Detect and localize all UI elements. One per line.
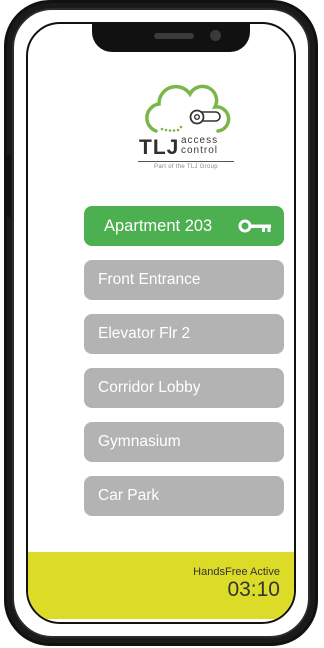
key-icon	[238, 219, 271, 233]
door-label: Gymnasium	[98, 433, 181, 450]
handsfree-status-bar: HandsFree Active 03:10	[28, 552, 294, 619]
phone-side-button	[7, 155, 11, 217]
logo-brand: TLJ	[139, 136, 180, 159]
door-button-car-park[interactable]: Car Park	[84, 476, 284, 516]
door-list: Apartment 203 Front Entrance Elevator Fl…	[84, 206, 284, 530]
phone-notch	[92, 24, 250, 52]
door-button-front-entrance[interactable]: Front Entrance	[84, 260, 284, 300]
logo-tagline: Part of the TLJ Group	[154, 164, 218, 170]
handsfree-timer: 03:10	[227, 578, 280, 601]
phone-screen: TLJ access control Part of the TLJ Group…	[26, 22, 296, 624]
door-label: Elevator Flr 2	[98, 325, 191, 342]
camera-icon	[210, 30, 221, 41]
door-label: Corridor Lobby	[98, 379, 201, 396]
door-label: Car Park	[98, 487, 160, 504]
phone-bezel: TLJ access control Part of the TLJ Group…	[12, 8, 310, 638]
speaker-icon	[154, 33, 194, 39]
tlj-logo: TLJ access control Part of the TLJ Group	[28, 74, 294, 179]
logo-divider	[138, 161, 234, 162]
handsfree-label: HandsFree Active	[193, 566, 280, 578]
phone-frame: TLJ access control Part of the TLJ Group…	[4, 0, 318, 646]
door-button-gymnasium[interactable]: Gymnasium	[84, 422, 284, 462]
door-button-apartment-203[interactable]: Apartment 203	[84, 206, 284, 246]
door-button-corridor-lobby[interactable]: Corridor Lobby	[84, 368, 284, 408]
door-button-elevator-flr-2[interactable]: Elevator Flr 2	[84, 314, 284, 354]
door-label: Front Entrance	[98, 271, 201, 288]
cloud-key-logo-icon	[145, 84, 231, 133]
logo-subtitle-line2: control	[181, 145, 219, 156]
door-label: Apartment 203	[104, 216, 213, 235]
logo-subtitle: access control	[181, 136, 218, 156]
